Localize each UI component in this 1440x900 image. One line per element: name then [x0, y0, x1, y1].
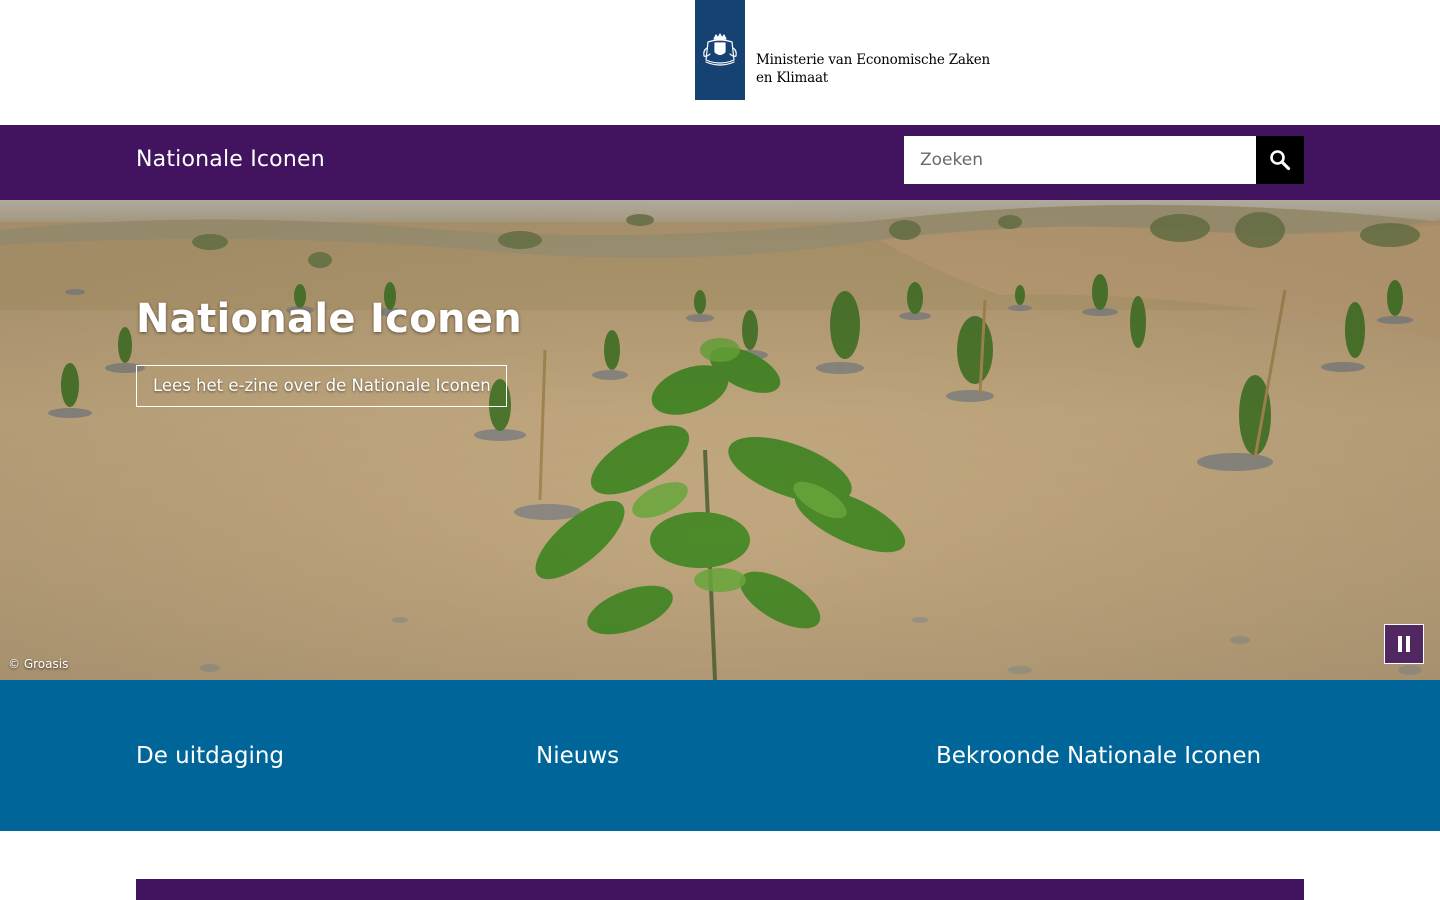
section-nav: De uitdaging Nieuws Bekroonde Nationale …	[0, 680, 1440, 831]
hero-title: Nationale Iconen	[136, 296, 522, 342]
nav-link-de-uitdaging[interactable]: De uitdaging	[136, 743, 284, 769]
search-button[interactable]	[1256, 136, 1304, 184]
search-input[interactable]	[904, 136, 1256, 184]
nav-link-nieuws[interactable]: Nieuws	[536, 743, 619, 769]
pause-icon	[1398, 636, 1410, 652]
ministry-name-line2: en Klimaat	[756, 70, 829, 86]
gov-header: Ministerie van Economische Zaken en Klim…	[0, 0, 1440, 125]
ministry-logo[interactable]	[695, 0, 745, 100]
site-title[interactable]: Nationale Iconen	[136, 147, 325, 172]
hero-image	[0, 200, 1440, 680]
content-header-bar	[136, 879, 1304, 900]
ministry-name-line1: Ministerie van Economische Zaken	[756, 52, 991, 68]
search-icon	[1270, 150, 1291, 171]
nav-link-bekroonde-nationale-iconen[interactable]: Bekroonde Nationale Iconen	[936, 743, 1261, 769]
pause-button[interactable]	[1384, 624, 1424, 664]
ministry-name[interactable]: Ministerie van Economische Zaken en Klim…	[756, 51, 990, 87]
ezine-link[interactable]: Lees het e-zine over de Nationale Iconen	[136, 365, 507, 407]
hero-banner: Nationale Iconen Lees het e-zine over de…	[0, 200, 1440, 680]
photo-credit: © Groasis	[8, 657, 69, 671]
site-navbar: Nationale Iconen	[0, 125, 1440, 200]
coat-of-arms-icon	[703, 33, 737, 66]
